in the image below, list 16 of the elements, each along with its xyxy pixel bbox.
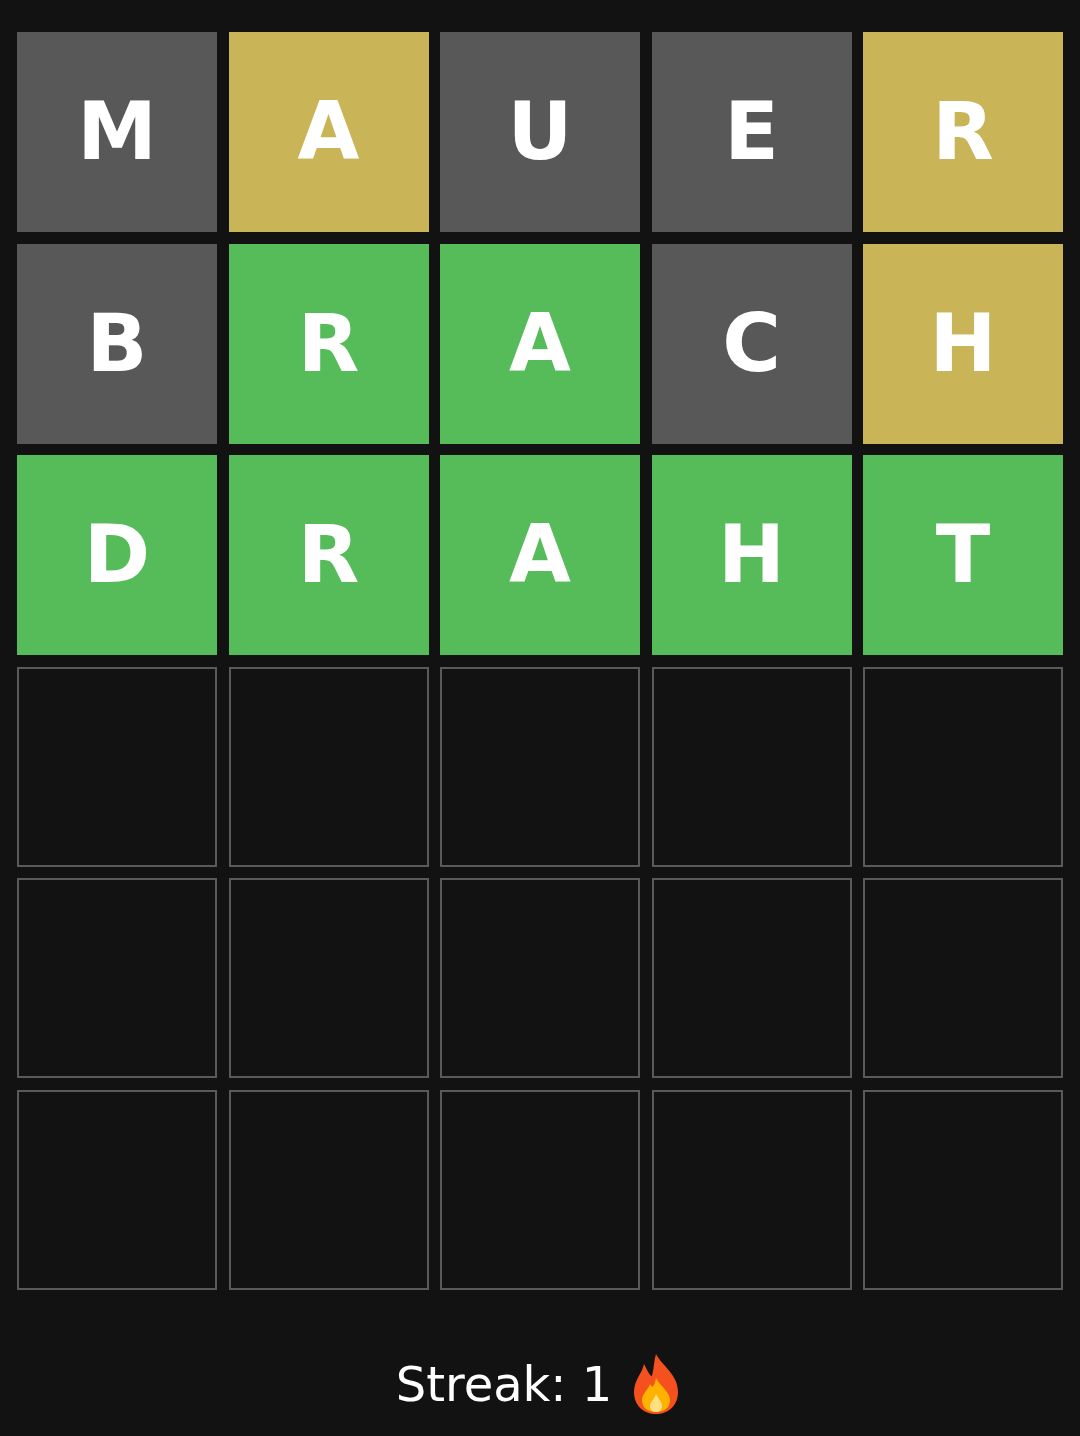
letter-tile: A [440, 243, 640, 444]
letter-tile: D [17, 455, 217, 655]
letter-tile: E [651, 32, 852, 232]
letter-tile: R [228, 243, 429, 444]
letter-tile: C [651, 243, 852, 444]
letter-tile: H [651, 455, 852, 655]
letter-tile: H [863, 243, 1063, 444]
letter-tile: B [17, 243, 217, 444]
streak-counter: Streak: 1 [395, 1359, 613, 1408]
letter-tile: T [863, 455, 1063, 655]
letter-tile: U [440, 32, 640, 232]
letter-tile: A [228, 32, 429, 232]
letter-tile: M [17, 32, 217, 232]
letter-tile: R [863, 32, 1063, 232]
letter-tile: A [440, 455, 640, 655]
letter-tile: R [228, 455, 429, 655]
